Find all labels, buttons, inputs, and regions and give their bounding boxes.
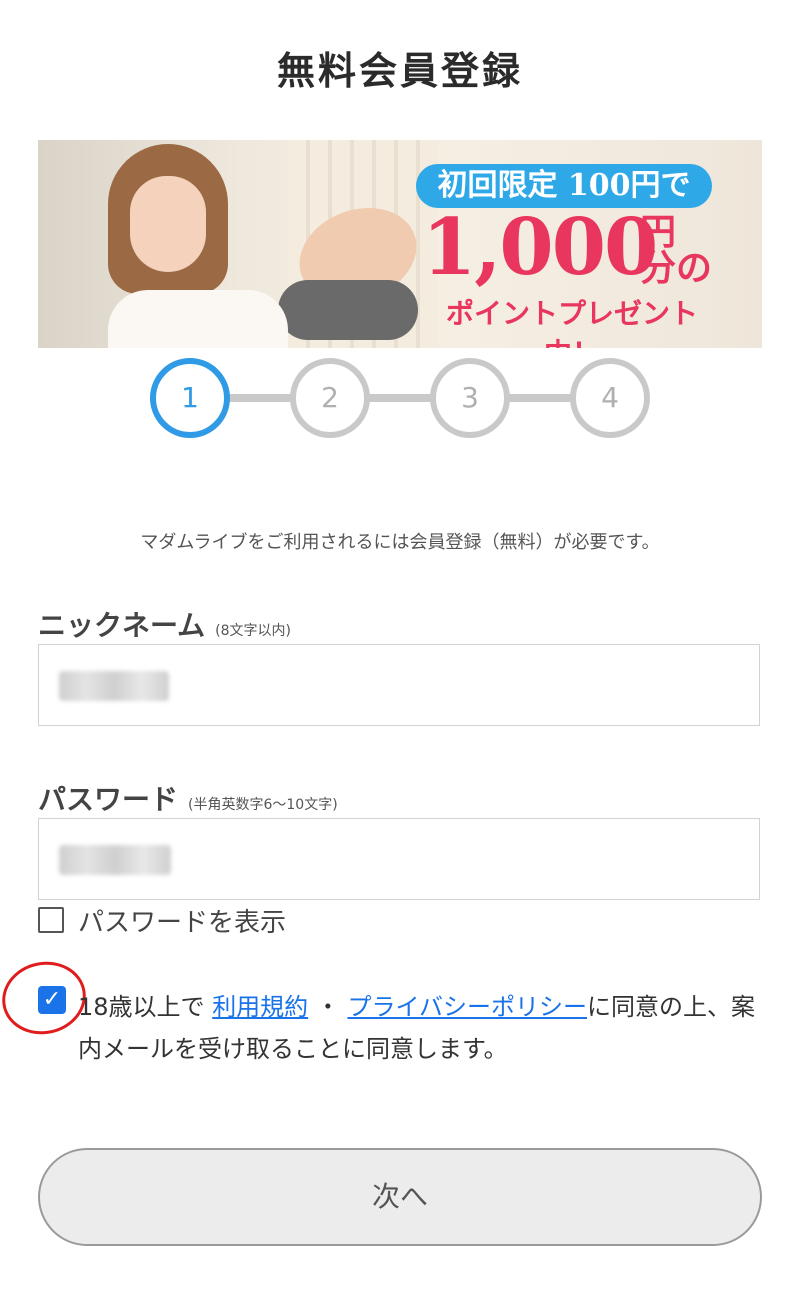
password-field[interactable]	[38, 818, 760, 900]
nickname-label-text: ニックネーム	[38, 609, 206, 642]
step-1: 1	[150, 358, 230, 438]
terms-link[interactable]: 利用規約	[212, 993, 308, 1021]
banner-amount: 1,000	[422, 202, 658, 293]
intro-text: マダムライブをご利用されるには会員登録（無料）が必要です。	[140, 532, 660, 553]
page-title: 無料会員登録	[276, 49, 523, 93]
agreement-prefix: 18歳以上で	[78, 993, 205, 1021]
privacy-policy-link[interactable]: プライバシーポリシー	[347, 993, 587, 1021]
banner-promo-text: ポイントプレゼント中！	[445, 297, 698, 348]
step-connector	[190, 394, 610, 402]
step-3: 3	[430, 358, 510, 438]
password-label-text: パスワード	[38, 783, 179, 816]
banner-model-skirt-image	[278, 280, 418, 340]
step-4: 4	[570, 358, 650, 438]
agreement-separator: ・	[315, 993, 340, 1021]
agreement-checkbox[interactable]: ✓	[38, 986, 66, 1014]
next-button[interactable]: 次へ	[38, 1148, 762, 1246]
nickname-label: ニックネーム (8文字以内)	[38, 604, 291, 644]
nickname-blurred-value	[59, 671, 169, 701]
nickname-hint: (8文字以内)	[215, 623, 292, 639]
password-hint: (半角英数字6〜10文字)	[188, 797, 338, 813]
show-password-checkbox[interactable]	[38, 907, 64, 933]
banner-unit-bun: 分の	[640, 247, 713, 289]
banner-model-body-image	[108, 290, 288, 348]
nickname-field[interactable]	[38, 644, 760, 726]
agreement-text: 18歳以上で 利用規約 ・ プライバシーポリシーに同意の上、案内メールを受け取る…	[78, 986, 758, 1070]
banner-model-face-image	[130, 176, 206, 272]
promo-banner[interactable]: 初回限定 100円で 1,000 円 分の ポイントプレゼント中！	[38, 140, 762, 348]
step-indicator: 1 2 3 4	[150, 358, 650, 438]
show-password-toggle[interactable]: パスワードを表示	[38, 902, 286, 938]
banner-unit: 円 分の	[640, 214, 720, 286]
banner-amount-block: 1,000 円 分の	[422, 200, 722, 296]
show-password-label: パスワードを表示	[78, 907, 287, 938]
step-2: 2	[290, 358, 370, 438]
password-label: パスワード (半角英数字6〜10文字)	[38, 778, 338, 818]
password-blurred-value	[59, 845, 171, 875]
